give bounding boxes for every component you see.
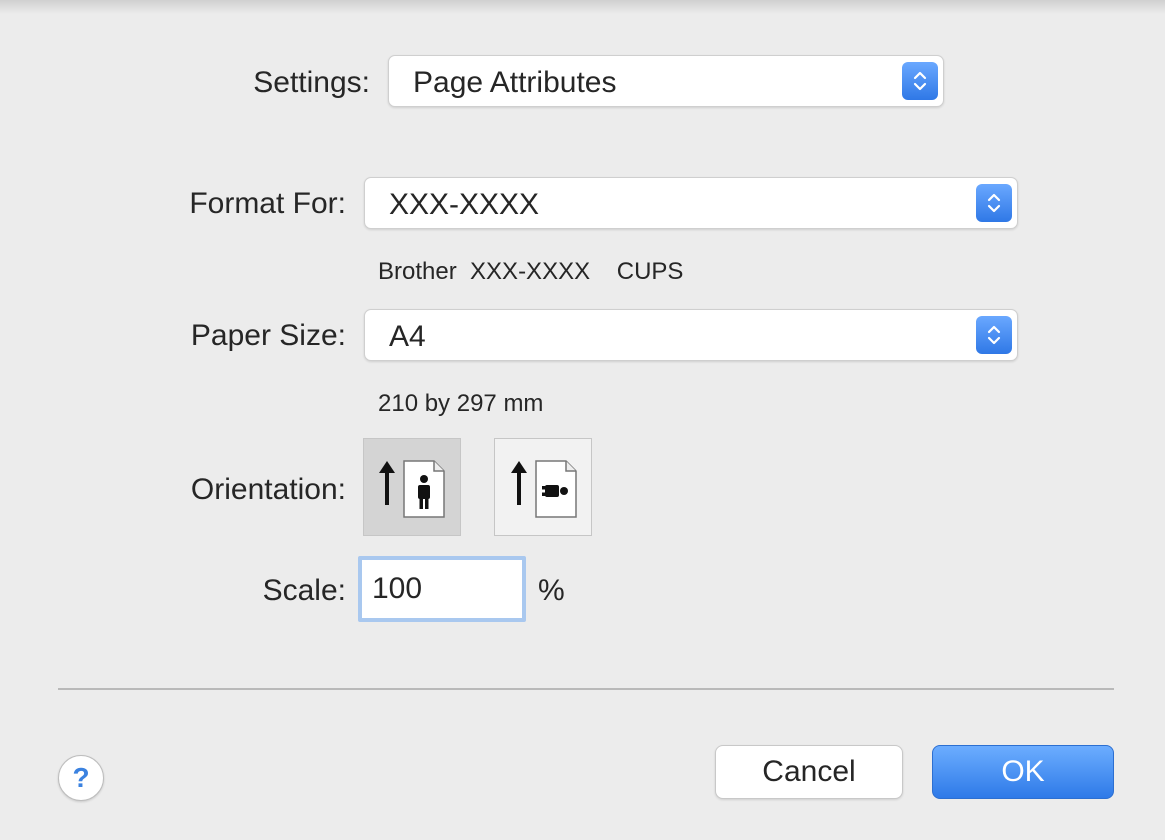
paper-size-value: A4 (389, 320, 426, 353)
divider (58, 688, 1114, 690)
paper-size-label: Paper Size: (190, 319, 346, 352)
settings-value: Page Attributes (413, 66, 617, 99)
landscape-icon (511, 460, 577, 518)
orientation-label: Orientation: (190, 473, 346, 506)
scale-input[interactable] (358, 556, 526, 622)
paper-size-popup[interactable]: A4 (364, 309, 1018, 361)
scale-unit: % (538, 574, 565, 607)
settings-stepper-icon (902, 62, 938, 100)
ok-button[interactable]: OK (932, 745, 1114, 799)
printer-description: Brother XXX-XXXX CUPS (378, 258, 684, 285)
window-top-shadow (0, 0, 1165, 14)
settings-popup[interactable]: Page Attributes (388, 55, 944, 107)
cancel-button[interactable]: Cancel (715, 745, 903, 799)
settings-label: Settings: (253, 66, 370, 99)
portrait-icon (379, 460, 445, 518)
format-for-value: XXX-XXXX (389, 188, 540, 221)
paper-size-stepper-icon (976, 316, 1012, 354)
format-for-popup[interactable]: XXX-XXXX (364, 177, 1018, 229)
landscape-orientation-button[interactable] (494, 438, 592, 536)
scale-label: Scale: (262, 574, 346, 607)
help-button[interactable]: ? (58, 755, 104, 801)
portrait-orientation-button[interactable] (363, 438, 461, 536)
format-for-label: Format For: (189, 187, 346, 220)
format-for-stepper-icon (976, 184, 1012, 222)
paper-dimensions: 210 by 297 mm (378, 390, 544, 417)
